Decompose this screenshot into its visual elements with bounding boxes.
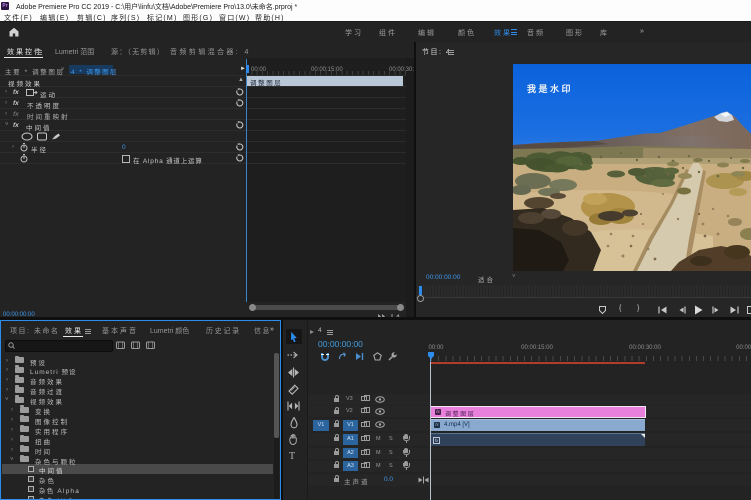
svg-text:我是水印: 我是水印: [527, 83, 573, 94]
